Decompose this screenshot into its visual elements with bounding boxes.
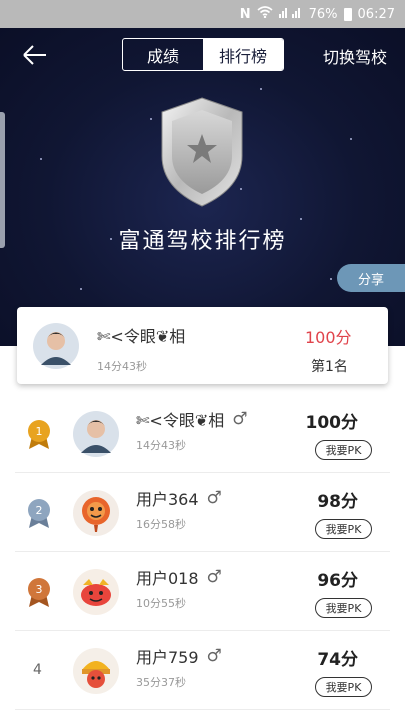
user-time: 16分58秒	[136, 518, 186, 531]
back-arrow-icon[interactable]	[20, 40, 50, 70]
male-icon: ♂	[206, 646, 222, 666]
my-score: 100分	[305, 328, 352, 347]
user-score: 74分	[317, 650, 358, 670]
pk-button[interactable]: 我要PK	[315, 677, 372, 697]
silver-medal-icon: 2	[25, 497, 53, 529]
avatar	[73, 411, 119, 457]
ranking-row-3[interactable]: 3 用户018 ♂ 10分55秒 96分 我要PK	[15, 553, 390, 631]
gold-medal-icon: 1	[25, 418, 53, 450]
view-switcher: 成绩 排行榜	[122, 38, 284, 71]
side-handle[interactable]	[0, 112, 5, 248]
user-name: ✄<令眼❦相 ♂	[136, 409, 248, 430]
tab-leaderboard[interactable]: 排行榜	[203, 39, 283, 70]
my-name: ✄<令眼❦相	[97, 327, 186, 346]
tab-scores[interactable]: 成绩	[123, 39, 203, 70]
male-icon: ♂	[206, 488, 222, 508]
rank-number: 4	[33, 662, 42, 678]
user-score: 100分	[305, 413, 359, 433]
my-rank-card: ✄<令眼❦相 14分43秒 100分 第1名	[17, 307, 388, 384]
avatar	[73, 569, 119, 615]
status-bar: N 76% 06:27	[0, 0, 405, 28]
pk-button[interactable]: 我要PK	[315, 440, 372, 460]
pk-button[interactable]: 我要PK	[315, 598, 372, 618]
avatar	[73, 490, 119, 536]
user-score: 98分	[317, 492, 358, 512]
avatar	[73, 648, 119, 694]
my-time: 14分43秒	[97, 360, 147, 373]
share-button[interactable]: 分享	[337, 264, 405, 292]
svg-text:1: 1	[36, 425, 43, 438]
pk-button[interactable]: 我要PK	[315, 519, 372, 539]
battery-percent: 76%	[308, 6, 338, 22]
ranking-row-1[interactable]: 1 ✄<令眼❦相 ♂ 14分43秒 100分 我要PK	[15, 395, 390, 473]
leaderboard-header: 成绩 排行榜 切换驾校 富通驾校排行榜 分享	[0, 28, 405, 346]
ranking-row-4[interactable]: 4 用户759 ♂ 35分37秒 74分 我要PK	[15, 632, 390, 710]
switch-school-button[interactable]: 切换驾校	[323, 44, 387, 68]
male-icon: ♂	[232, 409, 248, 429]
user-time: 10分55秒	[136, 597, 186, 610]
svg-text:2: 2	[36, 504, 43, 517]
battery-icon	[343, 7, 352, 21]
my-rank: 第1名	[311, 359, 348, 375]
signal-icon	[278, 6, 303, 22]
user-name: 用户364 ♂	[136, 488, 222, 509]
male-icon: ♂	[206, 567, 222, 587]
shield-badge-icon	[158, 96, 246, 208]
nfc-icon: N	[239, 6, 251, 22]
wifi-icon	[257, 6, 273, 22]
avatar	[33, 323, 79, 369]
clock: 06:27	[357, 6, 395, 22]
svg-text:3: 3	[36, 583, 43, 596]
user-name: 用户759 ♂	[136, 646, 222, 667]
page-title: 富通驾校排行榜	[118, 229, 287, 254]
user-name: 用户018 ♂	[136, 567, 222, 588]
user-time: 14分43秒	[136, 439, 186, 452]
user-score: 96分	[317, 571, 358, 591]
user-time: 35分37秒	[136, 676, 186, 689]
ranking-row-2[interactable]: 2 用户364 ♂ 16分58秒 98分 我要PK	[15, 474, 390, 552]
bronze-medal-icon: 3	[25, 576, 53, 608]
